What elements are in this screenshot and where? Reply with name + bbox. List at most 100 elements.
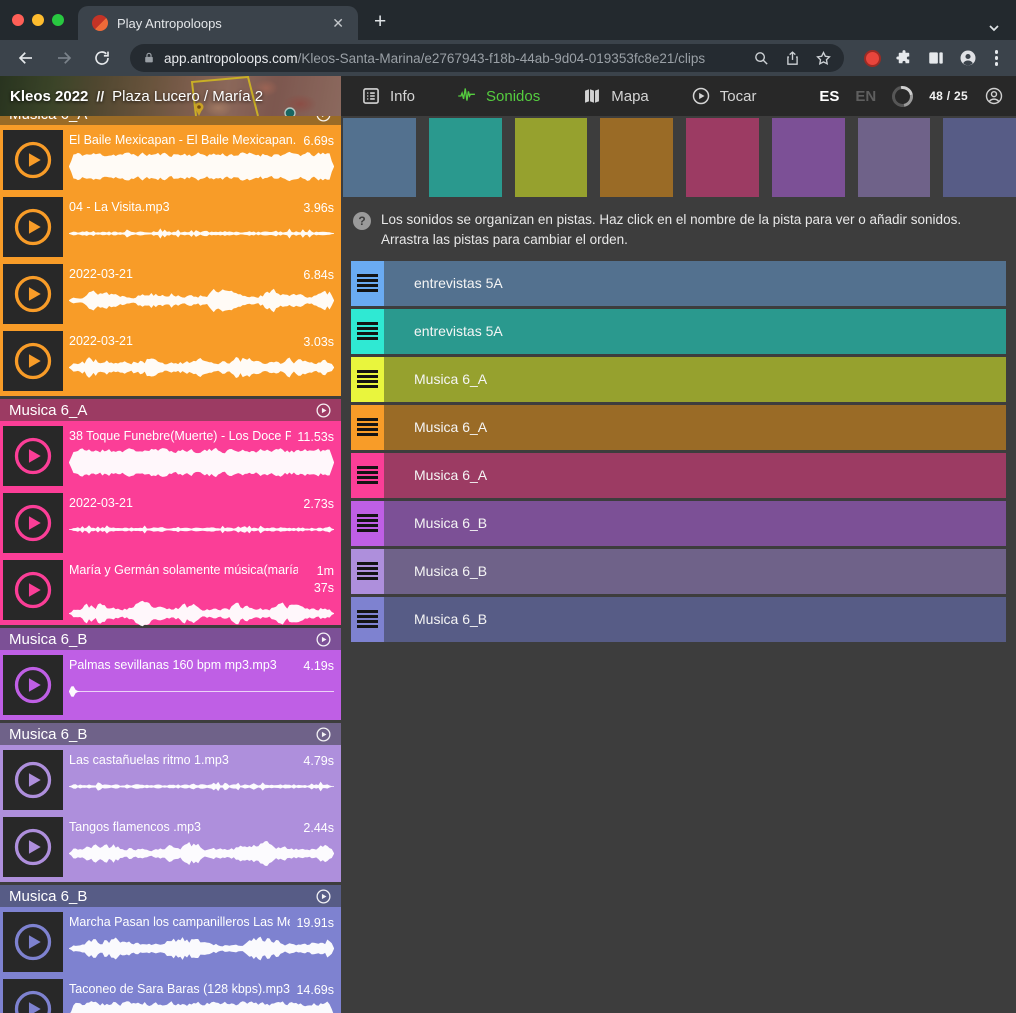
clip-play-button[interactable] xyxy=(3,560,63,620)
clip-play-button[interactable] xyxy=(3,130,63,190)
track-row[interactable]: entrevistas 5A xyxy=(351,261,1006,306)
window-close-button[interactable] xyxy=(12,14,24,26)
section-play-icon[interactable] xyxy=(315,726,332,743)
lang-es-button[interactable]: ES xyxy=(819,88,839,105)
extensions-puzzle-icon[interactable] xyxy=(895,49,913,67)
waveform-image[interactable] xyxy=(69,676,334,707)
track-row[interactable]: Musica 6_B xyxy=(351,501,1006,546)
waveform-image[interactable] xyxy=(69,598,334,629)
track-swatch-3[interactable] xyxy=(600,118,673,197)
section-play-icon[interactable] xyxy=(315,888,332,905)
track-row-body[interactable]: Musica 6_A xyxy=(384,453,1006,498)
reload-button[interactable] xyxy=(90,46,114,70)
track-swatch-2[interactable] xyxy=(515,118,588,197)
browser-menu-icon[interactable] xyxy=(991,50,1003,66)
clip-item[interactable]: Las castañuelas ritmo 1.mp34.79s xyxy=(0,748,341,812)
nav-item-sonidos[interactable]: Sonidos xyxy=(457,86,540,106)
waveform-image[interactable] xyxy=(69,771,334,802)
tab-close-icon[interactable]: ✕ xyxy=(328,13,348,34)
nav-item-tocar[interactable]: Tocar xyxy=(691,86,757,106)
track-row-body[interactable]: Musica 6_B xyxy=(384,549,1006,594)
track-row[interactable]: Musica 6_A xyxy=(351,405,1006,450)
track-row-body[interactable]: Musica 6_A xyxy=(384,405,1006,450)
forward-button[interactable] xyxy=(52,46,76,70)
zoom-page-icon[interactable] xyxy=(753,50,770,67)
waveform-image[interactable] xyxy=(69,1000,334,1013)
track-section-header[interactable]: Musica 6_A xyxy=(0,116,341,125)
track-row-body[interactable]: entrevistas 5A xyxy=(384,261,1006,306)
waveform-image[interactable] xyxy=(69,352,334,383)
clip-play-button[interactable] xyxy=(3,426,63,486)
clip-play-button[interactable] xyxy=(3,979,63,1013)
section-play-icon[interactable] xyxy=(315,402,332,419)
clip-item[interactable]: 2022-03-216.84s xyxy=(0,262,341,326)
project-name[interactable]: Kleos 2022 xyxy=(10,88,88,105)
track-swatch-4[interactable] xyxy=(686,118,759,197)
track-section-header[interactable]: Musica 6_A xyxy=(0,399,341,421)
waveform-image[interactable] xyxy=(69,218,334,249)
track-swatch-0[interactable] xyxy=(343,118,416,197)
waveform-image[interactable] xyxy=(69,151,334,182)
clip-play-button[interactable] xyxy=(3,817,63,877)
drag-handle[interactable] xyxy=(351,597,384,642)
drag-handle[interactable] xyxy=(351,357,384,402)
clip-play-button[interactable] xyxy=(3,331,63,391)
clip-item[interactable]: Marcha Pasan los campanilleros Las Mejor… xyxy=(0,910,341,974)
section-play-icon[interactable] xyxy=(315,116,332,123)
track-row-body[interactable]: Musica 6_B xyxy=(384,597,1006,642)
new-tab-button[interactable]: + xyxy=(358,10,400,40)
track-row-body[interactable]: entrevistas 5A xyxy=(384,309,1006,354)
clip-item[interactable]: Taconeo de Sara Baras (128 kbps).mp314.6… xyxy=(0,977,341,1013)
clip-item[interactable]: María y Germán solamente música(maría 2.… xyxy=(0,558,341,622)
track-section-header[interactable]: Musica 6_B xyxy=(0,723,341,745)
recording-extension-icon[interactable] xyxy=(864,50,881,67)
lang-en-button[interactable]: EN xyxy=(855,88,876,105)
track-swatch-6[interactable] xyxy=(858,118,931,197)
bookmark-star-icon[interactable] xyxy=(815,50,832,67)
waveform-image[interactable] xyxy=(69,933,334,964)
track-swatch-1[interactable] xyxy=(429,118,502,197)
track-row[interactable]: Musica 6_A xyxy=(351,357,1006,402)
track-swatch-5[interactable] xyxy=(772,118,845,197)
drag-handle[interactable] xyxy=(351,501,384,546)
section-play-icon[interactable] xyxy=(315,631,332,648)
account-icon[interactable] xyxy=(984,86,1004,106)
clip-play-button[interactable] xyxy=(3,750,63,810)
drag-handle[interactable] xyxy=(351,261,384,306)
clip-play-button[interactable] xyxy=(3,264,63,324)
clip-play-button[interactable] xyxy=(3,493,63,553)
waveform-image[interactable] xyxy=(69,838,334,869)
track-row[interactable]: Musica 6_A xyxy=(351,453,1006,498)
track-section-header[interactable]: Musica 6_B xyxy=(0,628,341,650)
nav-item-info[interactable]: Info xyxy=(361,86,415,106)
clip-item[interactable]: 38 Toque Funebre(Muerte) - Los Doce Par.… xyxy=(0,424,341,488)
track-row[interactable]: Musica 6_B xyxy=(351,597,1006,642)
drag-handle[interactable] xyxy=(351,549,384,594)
track-row-body[interactable]: Musica 6_A xyxy=(384,357,1006,402)
clip-item[interactable]: Tangos flamencos .mp32.44s xyxy=(0,815,341,879)
side-panel-icon[interactable] xyxy=(927,49,945,67)
share-icon[interactable] xyxy=(784,50,801,67)
nav-item-mapa[interactable]: Mapa xyxy=(582,86,649,106)
address-bar[interactable]: app.antropoloops.com/Kleos-Santa-Marina/… xyxy=(130,44,844,72)
back-button[interactable] xyxy=(14,46,38,70)
clip-item[interactable]: 04 - La Visita.mp33.96s xyxy=(0,195,341,259)
tab-search-chevron-icon[interactable] xyxy=(986,20,1002,36)
track-section-header[interactable]: Musica 6_B xyxy=(0,885,341,907)
profile-avatar-icon[interactable] xyxy=(959,49,977,67)
clip-item[interactable]: 2022-03-213.03s xyxy=(0,329,341,393)
map-thumbnail[interactable]: Kleos 2022 // Plaza Lucero / María 2 xyxy=(0,76,341,116)
browser-tab[interactable]: Play Antropoloops ✕ xyxy=(78,6,358,40)
waveform-image[interactable] xyxy=(69,447,334,478)
drag-handle[interactable] xyxy=(351,309,384,354)
clip-item[interactable]: Palmas sevillanas 160 bpm mp3.mp34.19s xyxy=(0,653,341,717)
window-minimize-button[interactable] xyxy=(32,14,44,26)
track-row[interactable]: Musica 6_B xyxy=(351,549,1006,594)
drag-handle[interactable] xyxy=(351,405,384,450)
clip-play-button[interactable] xyxy=(3,912,63,972)
track-row[interactable]: entrevistas 5A xyxy=(351,309,1006,354)
clip-item[interactable]: El Baile Mexicapan - El Baile Mexicapan.… xyxy=(0,128,341,192)
waveform-image[interactable] xyxy=(69,285,334,316)
track-row-body[interactable]: Musica 6_B xyxy=(384,501,1006,546)
clip-play-button[interactable] xyxy=(3,655,63,715)
